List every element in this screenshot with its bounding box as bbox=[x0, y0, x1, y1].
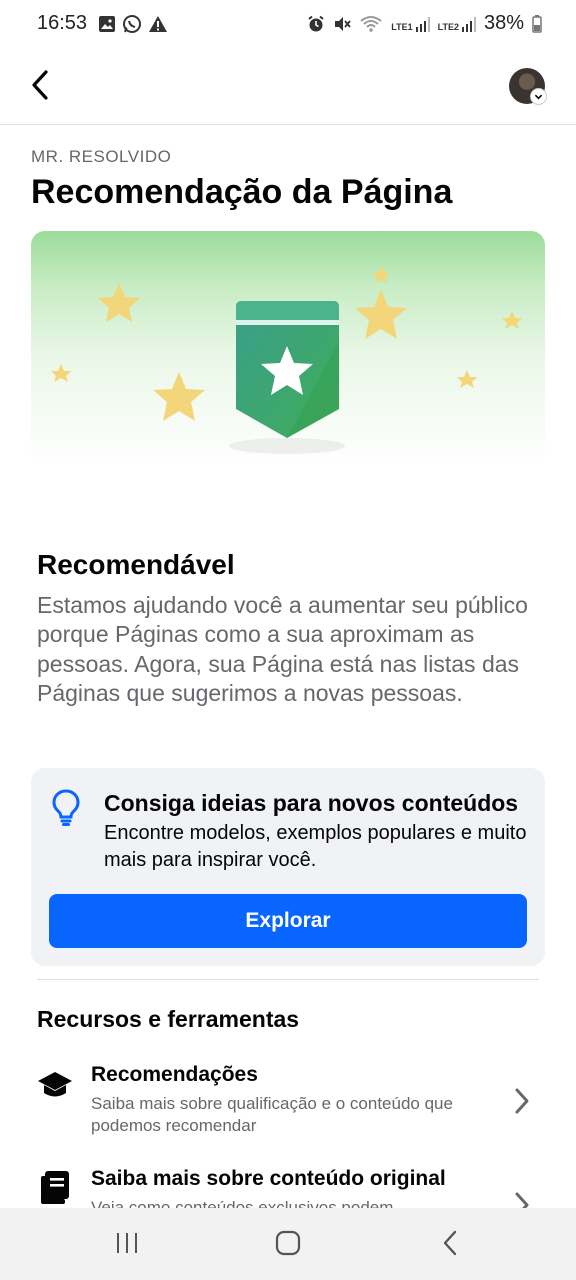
star-icon bbox=[51, 364, 71, 382]
sim2-signal: LTE2 bbox=[438, 16, 476, 32]
whatsapp-icon bbox=[123, 15, 141, 33]
star-icon bbox=[98, 283, 140, 322]
divider bbox=[37, 979, 539, 980]
content-ideas-title: Consiga ideias para novos conteúdos bbox=[104, 790, 519, 816]
graduation-cap-icon bbox=[38, 1072, 72, 1097]
star-icon bbox=[372, 266, 390, 283]
home-icon[interactable] bbox=[274, 1228, 302, 1258]
status-time: 16:53 bbox=[37, 12, 88, 34]
tool-item-description: Saiba mais sobre qualificação e o conteú… bbox=[91, 1094, 453, 1135]
warning-icon bbox=[149, 16, 167, 32]
chevron-right-icon bbox=[515, 1088, 529, 1114]
sim1-label: LTE1 bbox=[391, 21, 413, 32]
status-bar: 16:53 LTE1 LTE2 38% bbox=[0, 0, 576, 48]
gallery-icon bbox=[99, 16, 115, 32]
page-name: MR. RESOLVIDO bbox=[31, 147, 172, 166]
book-icon bbox=[41, 1171, 69, 1204]
tool-item-description: Veja como conteúdos exclusivos podem bbox=[91, 1198, 394, 1208]
star-icon bbox=[457, 370, 477, 388]
back-button[interactable] bbox=[26, 66, 58, 104]
tool-item-recommendations[interactable]: Recomendações Saiba mais sobre qualifica… bbox=[0, 1063, 576, 1153]
alarm-icon bbox=[308, 15, 324, 31]
hero-illustration bbox=[31, 231, 545, 531]
tool-item-original-content[interactable]: Saiba mais sobre conteúdo original Veja … bbox=[0, 1167, 576, 1208]
mute-icon bbox=[335, 16, 351, 31]
content-ideas-body: Encontre modelos, exemplos populares e m… bbox=[104, 822, 527, 871]
tool-item-title: Saiba mais sobre conteúdo original bbox=[91, 1167, 446, 1190]
battery-icon bbox=[532, 14, 542, 33]
system-nav-bar bbox=[0, 1208, 576, 1280]
content-ideas-card: Consiga ideias para novos conteúdos Enco… bbox=[31, 768, 545, 966]
ribbon-star-badge-illustration bbox=[51, 266, 522, 454]
chevron-left-icon bbox=[32, 70, 48, 100]
ribbon-badge bbox=[229, 301, 345, 454]
recommendation-status-heading: Recomendável bbox=[37, 549, 235, 580]
lightbulb-icon bbox=[52, 789, 80, 826]
sim2-label: LTE2 bbox=[437, 21, 459, 32]
resources-tools-heading: Recursos e ferramentas bbox=[37, 1006, 300, 1032]
chevron-down-icon[interactable] bbox=[530, 88, 547, 105]
chevron-right-icon bbox=[515, 1192, 529, 1208]
page-title: Recomendação da Página bbox=[31, 173, 453, 211]
star-icon bbox=[502, 311, 522, 329]
star-icon bbox=[153, 372, 205, 421]
star-icon bbox=[355, 289, 407, 339]
battery-percent: 38% bbox=[483, 12, 524, 34]
app-header bbox=[0, 48, 576, 125]
back-icon[interactable] bbox=[438, 1228, 462, 1258]
status-right: LTE1 LTE2 38% bbox=[307, 12, 542, 35]
recommendation-status-body: Estamos ajudando você a aumentar seu púb… bbox=[37, 592, 528, 707]
tool-item-title: Recomendações bbox=[91, 1063, 258, 1086]
sim1-signal: LTE1 bbox=[391, 16, 430, 32]
wifi-icon bbox=[360, 15, 382, 32]
recents-icon[interactable] bbox=[114, 1228, 140, 1258]
notification-icons bbox=[98, 14, 168, 34]
explore-button[interactable]: Explorar bbox=[49, 894, 527, 948]
